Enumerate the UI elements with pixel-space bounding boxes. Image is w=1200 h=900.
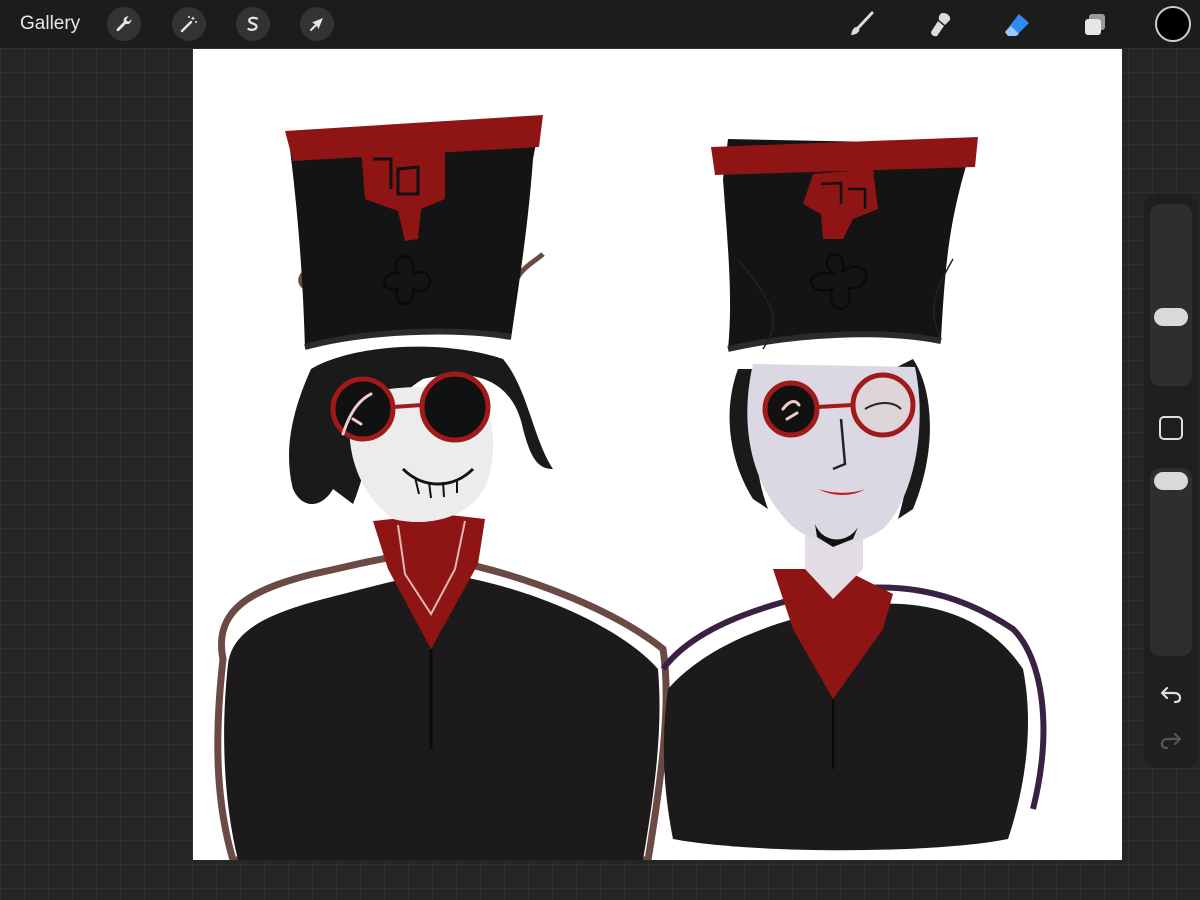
eraser-icon [1005, 14, 1029, 36]
eraser-tool-button[interactable] [1000, 8, 1034, 42]
magic-wand-icon [180, 16, 197, 33]
selection-s-icon [247, 16, 259, 31]
redo-button[interactable] [1157, 726, 1185, 754]
smudge-icon [931, 13, 951, 37]
arrow-cursor-icon [310, 18, 323, 31]
undo-button[interactable] [1157, 680, 1185, 708]
top-toolbar: Gallery [0, 0, 1200, 48]
artwork-illustration [214, 115, 1047, 860]
layers-icon [1085, 14, 1105, 35]
drawing-canvas[interactable] [193, 49, 1122, 860]
left-figure [214, 115, 670, 860]
brush-size-thumb[interactable] [1154, 308, 1188, 326]
opacity-thumb[interactable] [1154, 472, 1188, 490]
redo-icon [1160, 732, 1182, 750]
layers-button[interactable] [1078, 8, 1112, 42]
brush-icon [851, 11, 874, 35]
actions-button[interactable] [107, 7, 141, 41]
color-picker-swatch[interactable] [1155, 6, 1191, 42]
selection-button[interactable] [236, 7, 270, 41]
modify-button[interactable] [1159, 416, 1183, 440]
brush-tool-button[interactable] [844, 8, 878, 42]
transform-button[interactable] [300, 7, 334, 41]
opacity-slider[interactable] [1150, 468, 1192, 656]
undo-icon [1160, 686, 1182, 704]
smudge-tool-button[interactable] [923, 8, 957, 42]
brush-sidebar [1144, 194, 1198, 768]
wrench-icon [116, 16, 132, 32]
gallery-button[interactable]: Gallery [20, 12, 80, 36]
adjustments-button[interactable] [172, 7, 206, 41]
right-figure [660, 137, 1047, 851]
brush-size-slider[interactable] [1150, 204, 1192, 386]
